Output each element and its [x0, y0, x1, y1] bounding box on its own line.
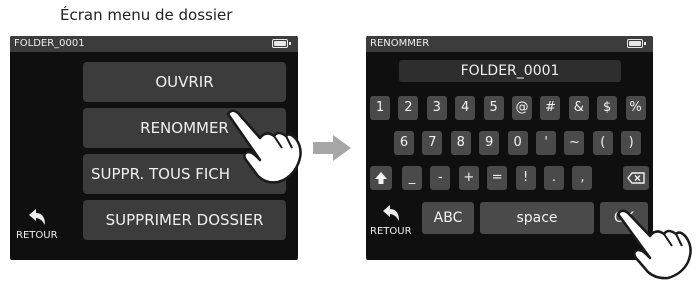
- backspace-key[interactable]: [623, 166, 649, 190]
- back-arrow-icon: [382, 205, 399, 221]
- key-row2-6[interactable]: ~: [564, 131, 585, 155]
- open-button[interactable]: OUVRIR: [83, 62, 286, 102]
- key-row1-9[interactable]: %: [625, 96, 646, 120]
- key-row3-0[interactable]: _: [402, 166, 422, 190]
- key-row2-8[interactable]: ): [621, 131, 642, 155]
- back-label: RETOUR: [16, 230, 58, 241]
- key-row1-4[interactable]: 5: [483, 96, 504, 120]
- screen-title: RENOMMER: [370, 38, 430, 49]
- key-row1-3[interactable]: 4: [455, 96, 476, 120]
- delete-folder-button[interactable]: SUPPRIMER DOSSIER: [83, 200, 286, 240]
- key-row2-1[interactable]: 7: [422, 131, 443, 155]
- key-row2-2[interactable]: 8: [450, 131, 471, 155]
- key-row2-7[interactable]: (: [592, 131, 613, 155]
- battery-icon: [272, 39, 291, 48]
- right-arrow-icon: [313, 135, 351, 161]
- key-row1-6[interactable]: #: [540, 96, 561, 120]
- key-row1-7[interactable]: &: [568, 96, 589, 120]
- key-row3-6[interactable]: ,: [572, 166, 593, 190]
- battery-icon: [627, 39, 646, 48]
- key-row2-4[interactable]: 0: [507, 131, 528, 155]
- screen-title: FOLDER_0001: [14, 38, 85, 49]
- rename-screen: RENOMMER FOLDER_0001 1 2 3 4 5 @ # & $% 6 7 8 9 0 ' ~ (…: [366, 36, 653, 260]
- key-row1-8[interactable]: $: [597, 96, 618, 120]
- up-arrow-icon: [375, 172, 387, 184]
- key-row3-5[interactable]: .: [544, 166, 564, 190]
- pointing-hand-icon: [616, 209, 692, 280]
- back-button[interactable]: RETOUR: [370, 202, 412, 237]
- key-row1-5[interactable]: @: [512, 96, 532, 120]
- abc-key[interactable]: ABC: [422, 202, 474, 234]
- back-label: RETOUR: [370, 226, 412, 237]
- key-row1-0[interactable]: 1: [370, 96, 390, 120]
- key-row2-0[interactable]: 6: [394, 131, 414, 155]
- key-row2-3[interactable]: 9: [479, 131, 500, 155]
- key-row3-2[interactable]: +: [458, 166, 479, 190]
- back-button[interactable]: RETOUR: [16, 206, 58, 241]
- key-row2-5[interactable]: ': [536, 131, 556, 155]
- status-bar: FOLDER_0001: [10, 36, 298, 52]
- key-row3-1[interactable]: -: [430, 166, 451, 190]
- folder-name-field[interactable]: FOLDER_0001: [399, 60, 621, 82]
- key-row3-3[interactable]: =: [487, 166, 508, 190]
- shift-key[interactable]: [370, 166, 392, 190]
- key-row1-1[interactable]: 2: [398, 96, 419, 120]
- key-row3-4[interactable]: !: [515, 166, 536, 190]
- space-key[interactable]: space: [480, 202, 594, 234]
- back-arrow-icon: [28, 209, 45, 225]
- key-row1-2[interactable]: 3: [426, 96, 447, 120]
- pointing-hand-icon: [226, 109, 302, 184]
- status-bar: RENOMMER: [366, 36, 653, 52]
- figure-caption: Écran menu de dossier: [60, 6, 233, 24]
- backspace-icon: [627, 172, 645, 184]
